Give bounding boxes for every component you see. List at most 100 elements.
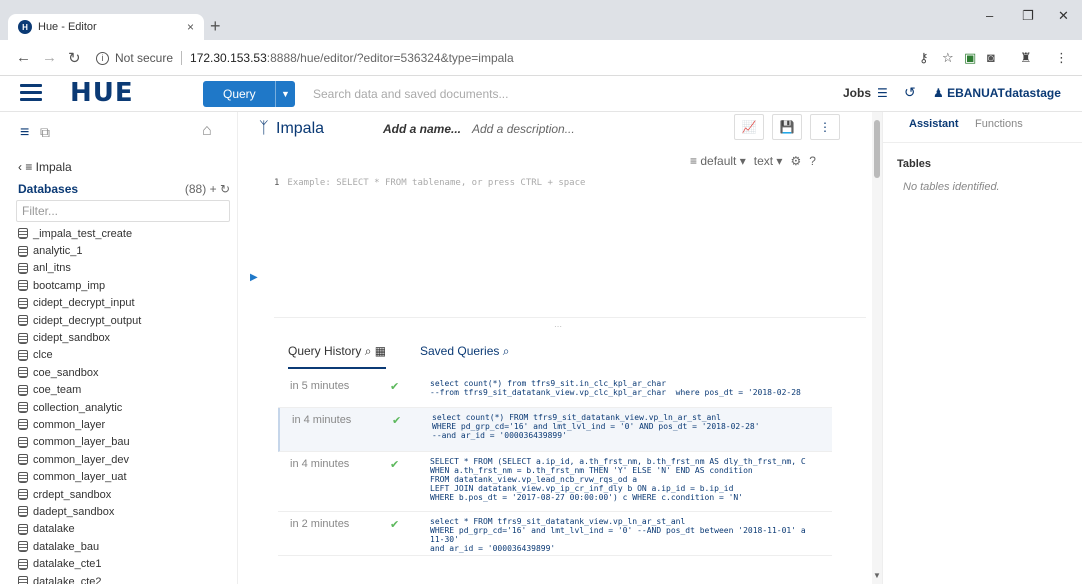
database-item[interactable]: collection_analytic [18,399,230,416]
database-item[interactable]: common_layer_uat [18,468,230,485]
database-item[interactable]: crdept_sandbox [18,486,230,503]
minimize-icon[interactable]: – [986,8,993,23]
jobs-link[interactable]: Jobs [843,86,871,100]
database-item[interactable]: datalake_cte1 [18,555,230,572]
tab-assistant[interactable]: Assistant [909,118,959,130]
settings-gear-icon[interactable]: ⚙ [790,154,801,168]
tab-query-history[interactable]: Query History ⌕ ▦ [288,344,387,369]
history-icon[interactable]: ↺ [904,84,916,101]
database-item[interactable]: common_layer_dev [18,451,230,468]
history-time: in 4 minutes [292,414,352,426]
database-item[interactable]: bootcamp_imp [18,277,230,294]
database-item[interactable]: cidept_sandbox [18,329,230,346]
success-check-icon: ✔ [392,415,402,427]
database-item-label: analytic_1 [33,245,83,258]
address-bar[interactable]: i Not secure 172.30.153.53 :8888/hue/edi… [96,47,916,69]
help-icon[interactable]: ? [809,154,816,168]
database-icon [18,489,28,501]
database-selector[interactable]: ≡ default ▾ [690,154,746,168]
history-query-code[interactable]: select count(*) from tfrs9_sit.in_clc_kp… [430,379,830,397]
history-row[interactable]: in 4 minutes ✔ select count(*) FROM tfrs9_… [278,408,832,452]
back-to-sources[interactable]: ‹ ≡ Impala [18,160,72,174]
star-icon[interactable]: ☆ [942,50,954,66]
scrollbar-thumb[interactable] [874,120,880,178]
reload-icon[interactable]: ↻ [68,49,81,67]
documents-icon[interactable]: ⧉ [40,124,50,141]
database-item[interactable]: datalake_bau [18,538,230,555]
profile-icon[interactable]: ♜ [1020,50,1032,66]
history-query-code[interactable]: select * FROM tfrs9_sit_datatank_view.vp… [430,517,830,553]
new-tab-icon[interactable]: + [210,16,221,37]
filter-input[interactable]: Filter... [16,200,230,222]
editor-scrollbar[interactable]: ▼ [872,112,882,584]
search-icon[interactable]: ⌕ [503,344,510,358]
database-item[interactable]: datalake [18,521,230,538]
assistant-divider [883,142,1082,143]
add-icon[interactable]: + [210,182,217,196]
database-item[interactable]: _impala_test_create [18,225,230,242]
add-name-field[interactable]: Add a name... [383,122,461,136]
tab-saved-queries[interactable]: Saved Queries ⌕ [420,344,509,359]
database-item[interactable]: cidept_decrypt_input [18,295,230,312]
tab-functions[interactable]: Functions [975,118,1023,130]
chart-icon[interactable]: 📈 [734,114,764,140]
database-item[interactable]: dadept_sandbox [18,503,230,520]
hamburger-menu-icon[interactable] [20,84,42,102]
left-assist-panel: ≡ ⧉ ⌂ ‹ ≡ Impala Databases (88) + ↻ Filt… [0,112,238,584]
caret-down-icon[interactable]: ▼ [275,81,295,107]
history-row[interactable]: in 5 minutes ✔ select count(*) from tfrs9_… [278,374,832,408]
resize-handle[interactable]: ⋯ [554,322,562,331]
databases-count-actions: (88) + ↻ [185,182,230,196]
run-query-icon[interactable]: ▶ [250,272,258,283]
maximize-icon[interactable]: ❐ [1022,8,1034,24]
history-row[interactable]: in 4 minutes ✔ SELECT * FROM (SELECT a.ip_… [278,452,832,512]
history-query-code[interactable]: select count(*) FROM tfrs9_sit_datatank_… [432,413,832,440]
right-assistant-panel: Assistant Functions Tables No tables ide… [882,112,1082,584]
database-item-label: datalake_cte2 [33,575,102,584]
database-item[interactable]: datalake_cte2 [18,573,230,584]
history-query-code[interactable]: SELECT * FROM (SELECT a.ip_id, a.th_frst… [430,457,830,502]
scroll-down-icon[interactable]: ▼ [873,571,881,580]
database-item[interactable]: cidept_decrypt_output [18,312,230,329]
extension-green-icon[interactable]: ▣ [964,50,976,66]
user-menu[interactable]: ♟ EBANUATdatastage [933,86,1061,100]
calendar-icon[interactable]: ▦ [375,344,386,358]
database-item[interactable]: coe_sandbox [18,364,230,381]
query-button[interactable]: Query ▼ [203,81,295,107]
database-item[interactable]: common_layer_bau [18,434,230,451]
tab-close-icon[interactable]: × [187,20,194,34]
browser-tab[interactable]: H Hue - Editor × [8,14,204,40]
database-item-label: cidept_decrypt_input [33,297,135,310]
format-selector[interactable]: text ▾ [754,154,783,168]
more-options-icon[interactable]: ⋮ [810,114,840,140]
success-check-icon: ✔ [390,519,400,531]
history-row[interactable]: in 2 minutes ✔ select * FROM tfrs9_sit_dat… [278,512,832,556]
refresh-icon[interactable]: ↻ [220,182,230,196]
save-icon[interactable]: 💾 [772,114,802,140]
history-time: in 4 minutes [290,458,350,470]
database-icon [18,367,28,379]
jobs-list-icon[interactable]: ☰ [877,86,888,100]
hue-logo[interactable]: HUE [70,78,134,108]
database-item[interactable]: coe_team [18,382,230,399]
database-item[interactable]: anl_itns [18,260,230,277]
extension-box-icon[interactable]: ◙ [987,50,995,65]
database-icon[interactable]: ≡ [20,124,29,142]
key-icon[interactable]: ⚷ [919,50,929,66]
database-item[interactable]: clce [18,347,230,364]
forward-arrow-icon[interactable]: → [42,49,57,66]
code-editor[interactable]: 1 Example: SELECT * FROM tablename, or pr… [274,178,585,188]
database-item[interactable]: analytic_1 [18,242,230,259]
add-description-field[interactable]: Add a description... [472,122,575,136]
inbox-icon[interactable]: ⌂ [202,122,212,140]
info-icon[interactable]: i [96,51,109,65]
editor-header: ᛉ Impala Add a name... Add a description… [238,112,872,148]
menu-kebab-icon[interactable]: ⋮ [1055,50,1068,66]
database-item[interactable]: common_layer [18,416,230,433]
search-icon[interactable]: ⌕ [365,344,372,358]
window-close-icon[interactable]: ✕ [1058,8,1069,24]
global-search-input[interactable]: Search data and saved documents... [305,82,685,106]
back-arrow-icon[interactable]: ← [16,49,31,66]
databases-title: Databases [18,182,79,196]
database-item-label: common_layer_dev [33,453,129,466]
